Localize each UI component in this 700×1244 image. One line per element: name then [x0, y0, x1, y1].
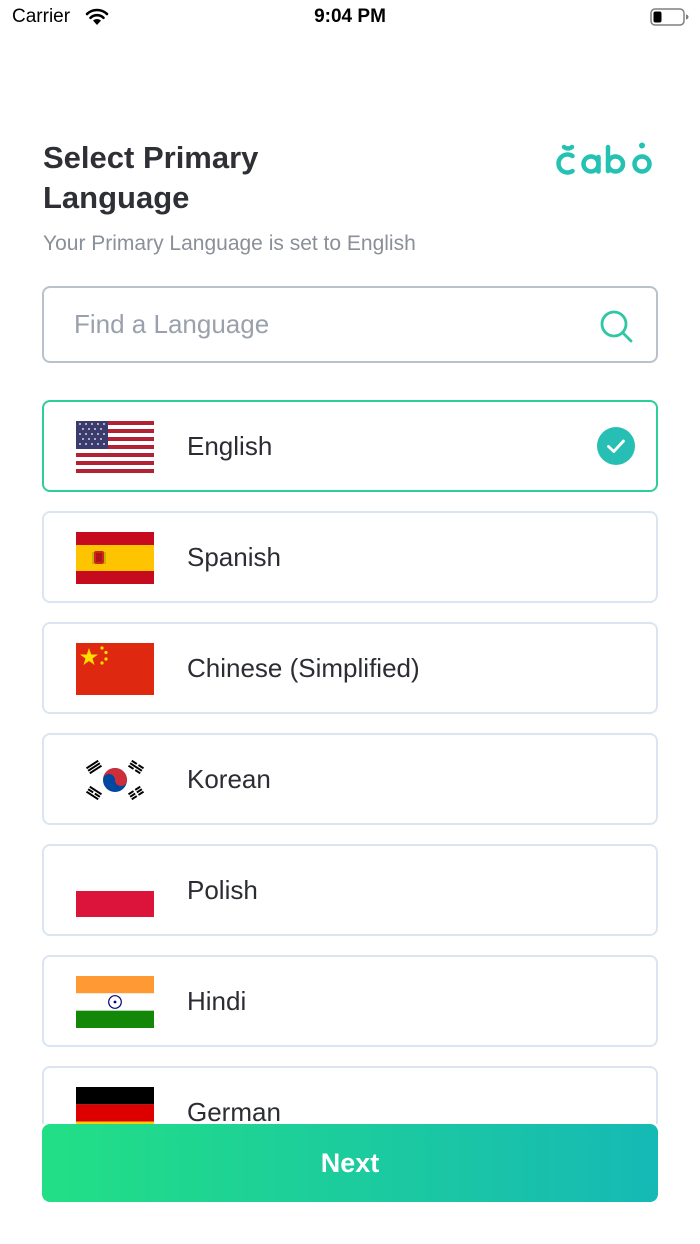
page-title: Select Primary Language	[43, 140, 259, 215]
china-flag-icon	[76, 643, 154, 695]
status-bar: Carrier 9:04 PM	[0, 0, 700, 40]
language-item-spanish[interactable]: Spanish	[42, 511, 658, 603]
clock: 9:04 PM	[314, 6, 386, 27]
language-item-chinese-simplified[interactable]: Chinese (Simplified)	[42, 622, 658, 714]
poland-flag-icon	[76, 865, 154, 917]
language-label: Hindi	[187, 986, 247, 1016]
language-item-polish[interactable]: Polish	[42, 844, 658, 936]
language-item-hindi[interactable]: Hindi	[42, 955, 658, 1047]
language-list[interactable]: English Spanish Chinese (Simplified) Kor…	[42, 398, 658, 1124]
next-button[interactable]: Next	[42, 1124, 658, 1202]
language-label: English	[187, 431, 273, 461]
language-label: Korean	[187, 764, 271, 794]
cabo-logo	[556, 142, 652, 175]
language-search-box[interactable]	[42, 286, 658, 363]
primary-language-subtitle: Your Primary Language is set to English	[43, 232, 416, 255]
us-flag-icon	[76, 421, 154, 473]
spain-flag-icon	[76, 532, 154, 584]
language-label: Spanish	[187, 542, 281, 572]
check-circle-icon	[597, 427, 635, 465]
language-label: Chinese (Simplified)	[187, 653, 420, 683]
india-flag-icon	[76, 976, 154, 1028]
search-icon[interactable]	[598, 308, 634, 344]
germany-flag-icon	[76, 1087, 154, 1124]
language-item-korean[interactable]: Korean	[42, 733, 658, 825]
language-label: Polish	[187, 875, 258, 905]
south-korea-flag-icon	[76, 754, 154, 806]
battery-icon	[650, 8, 689, 26]
language-item-english[interactable]: English	[42, 400, 658, 492]
language-item-german[interactable]: German	[42, 1066, 658, 1124]
language-label: German	[187, 1097, 281, 1124]
search-input[interactable]	[74, 288, 594, 361]
